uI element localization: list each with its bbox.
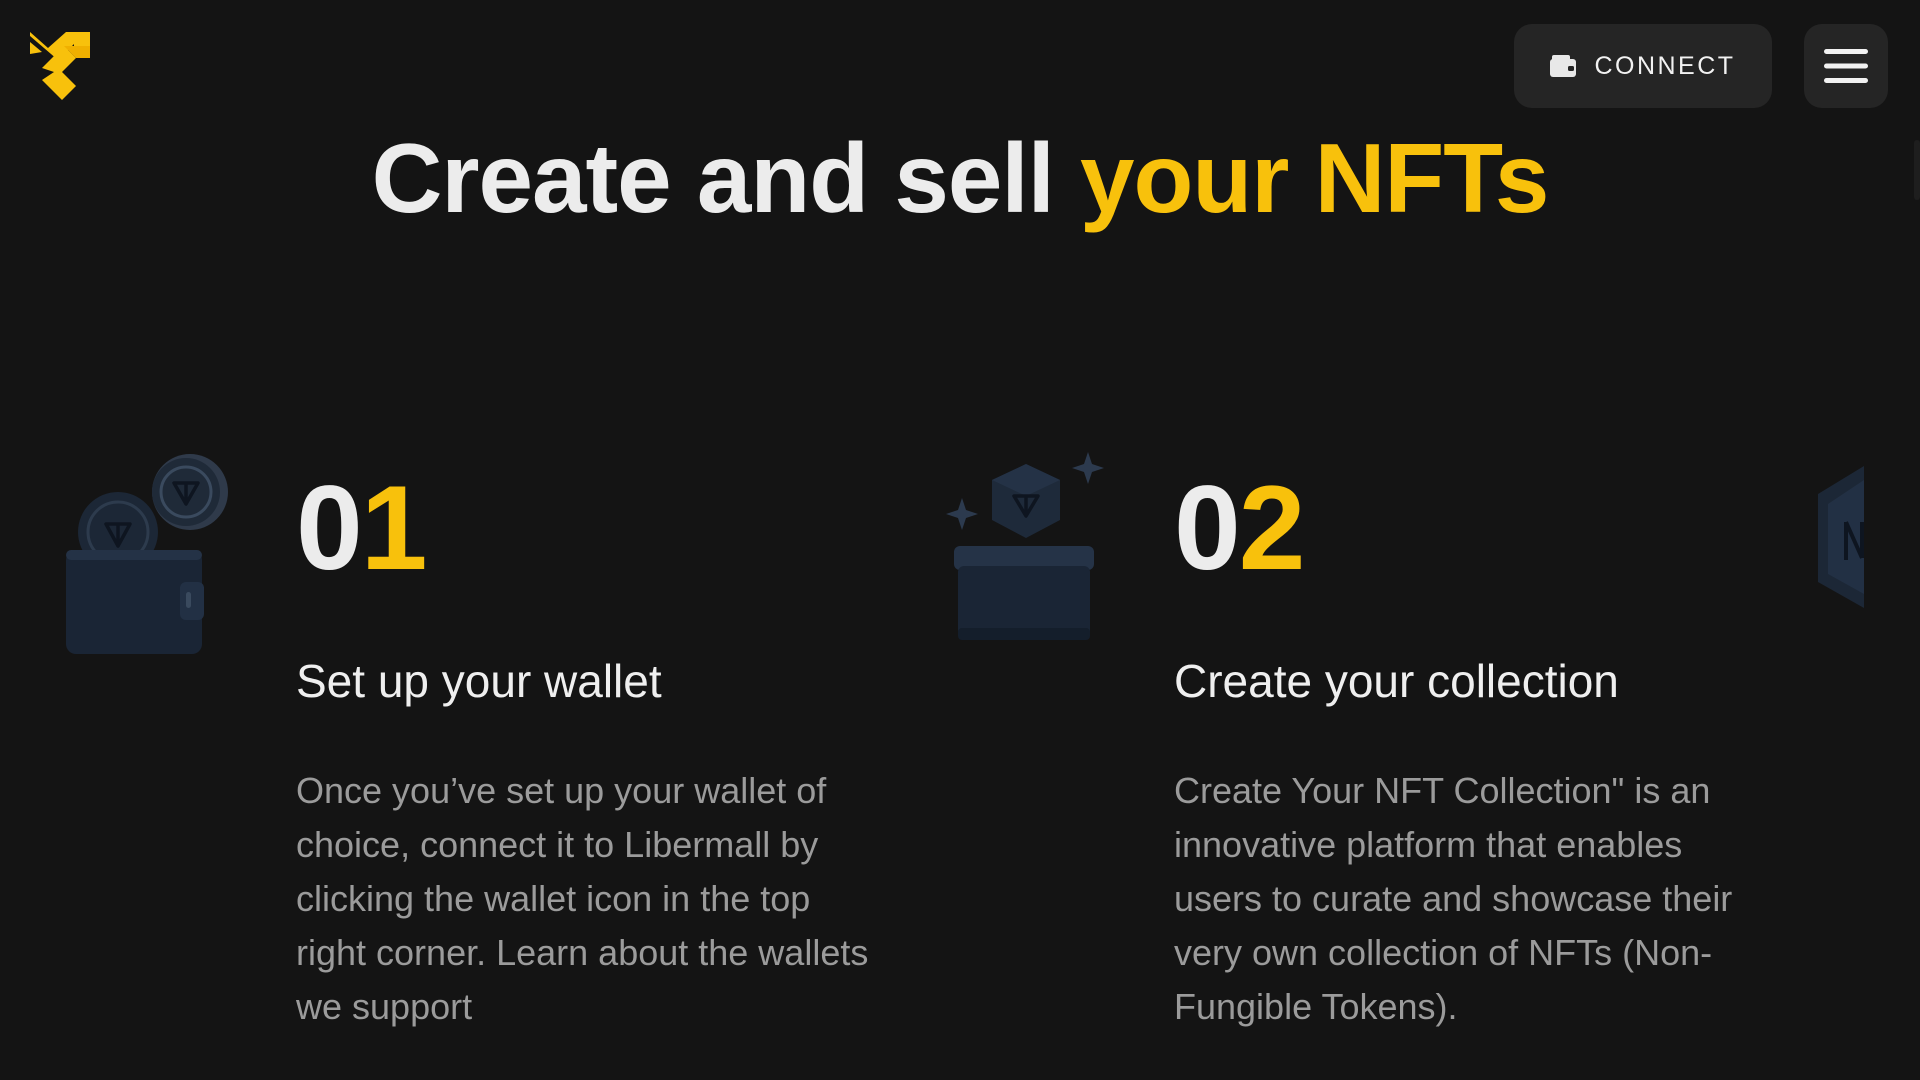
step-number: 01 xyxy=(296,468,427,588)
menu-button[interactable] xyxy=(1804,24,1888,108)
hamburger-menu-icon xyxy=(1824,49,1868,83)
connect-label: CONNECT xyxy=(1594,51,1736,80)
libermall-logo-icon[interactable] xyxy=(28,30,92,102)
hero-title-plain: Create and sell xyxy=(371,123,1081,233)
step-description: Once you’ve set up your wallet of choice… xyxy=(296,770,869,1027)
step-title: Create your collection xyxy=(1174,655,1619,707)
step-number-first: 0 xyxy=(296,461,363,595)
next-card-illustration-icon xyxy=(1818,466,1864,608)
page: CONNECT Create and sell your NFTs 01 Set xyxy=(0,0,1920,1080)
connect-wallet-button[interactable]: CONNECT xyxy=(1514,24,1772,108)
hero-title-highlight: your NFTs xyxy=(1080,123,1549,233)
step-description: Create Your NFT Collection" is an innova… xyxy=(1174,770,1733,1027)
scrollbar-thumb[interactable] xyxy=(1914,140,1920,200)
step-number-second: 2 xyxy=(1238,461,1306,595)
step-number-first: 0 xyxy=(1174,461,1241,595)
step-number: 02 xyxy=(1174,468,1305,588)
wallet-coins-icon xyxy=(66,454,228,654)
step-title: Set up your wallet xyxy=(296,655,662,707)
hero-title: Create and sell your NFTs xyxy=(0,123,1920,234)
box-collection-icon xyxy=(946,452,1104,640)
step-number-second: 1 xyxy=(360,461,428,595)
wallet-icon xyxy=(1550,55,1577,77)
